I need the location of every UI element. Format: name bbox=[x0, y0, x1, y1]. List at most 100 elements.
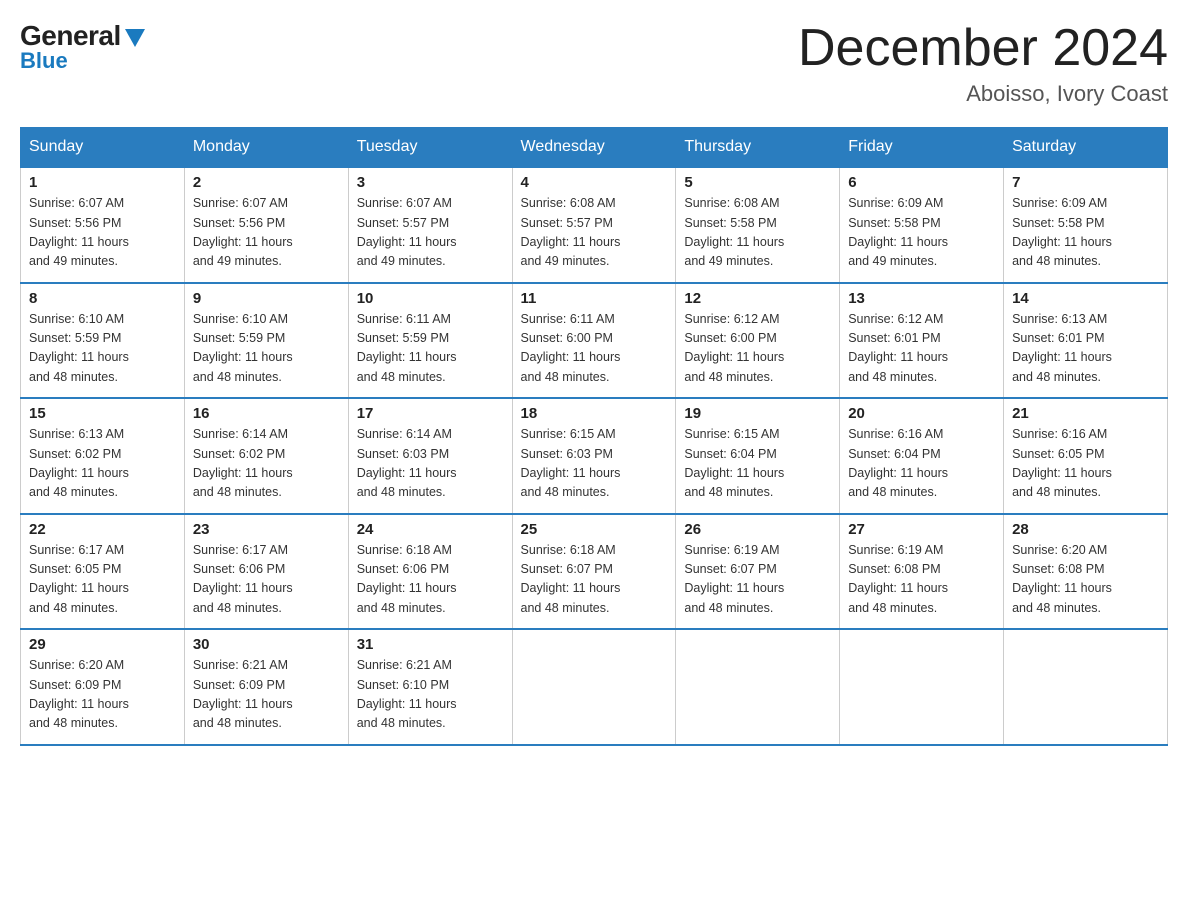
day-info: Sunrise: 6:19 AMSunset: 6:08 PMDaylight:… bbox=[848, 541, 995, 619]
weekday-header-sunday: Sunday bbox=[21, 128, 185, 168]
day-info: Sunrise: 6:14 AMSunset: 6:02 PMDaylight:… bbox=[193, 425, 340, 503]
logo-arrow-icon bbox=[125, 29, 145, 47]
day-number: 2 bbox=[193, 174, 340, 191]
day-number: 12 bbox=[684, 290, 831, 307]
calendar-cell: 4 Sunrise: 6:08 AMSunset: 5:57 PMDaylight… bbox=[512, 167, 676, 283]
day-number: 24 bbox=[357, 521, 504, 538]
calendar-cell: 22Sunrise: 6:17 AMSunset: 6:05 PMDayligh… bbox=[21, 514, 185, 630]
day-number: 6 bbox=[848, 174, 995, 191]
day-number: 9 bbox=[193, 290, 340, 307]
day-number: 30 bbox=[193, 636, 340, 653]
day-info: Sunrise: 6:08 AMSunset: 5:57 PMDaylight:… bbox=[521, 194, 668, 272]
logo-blue-text: Blue bbox=[20, 48, 68, 74]
calendar-table: SundayMondayTuesdayWednesdayThursdayFrid… bbox=[20, 127, 1168, 746]
calendar-cell: 27 Sunrise: 6:19 AMSunset: 6:08 PMDayligh… bbox=[840, 514, 1004, 630]
weekday-header-saturday: Saturday bbox=[1004, 128, 1168, 168]
calendar-header-row: SundayMondayTuesdayWednesdayThursdayFrid… bbox=[21, 128, 1168, 168]
day-number: 7 bbox=[1012, 174, 1159, 191]
calendar-cell: 15 Sunrise: 6:13 AMSunset: 6:02 PMDayligh… bbox=[21, 398, 185, 514]
calendar-cell: 29 Sunrise: 6:20 AMSunset: 6:09 PMDayligh… bbox=[21, 629, 185, 745]
calendar-cell: 31Sunrise: 6:21 AMSunset: 6:10 PMDayligh… bbox=[348, 629, 512, 745]
day-info: Sunrise: 6:18 AMSunset: 6:06 PMDaylight:… bbox=[357, 541, 504, 619]
day-info: Sunrise: 6:07 AMSunset: 5:56 PMDaylight:… bbox=[193, 194, 340, 272]
calendar-cell: 10Sunrise: 6:11 AMSunset: 5:59 PMDayligh… bbox=[348, 283, 512, 399]
day-number: 22 bbox=[29, 521, 176, 538]
title-section: December 2024 Aboisso, Ivory Coast bbox=[798, 20, 1168, 107]
weekday-header-tuesday: Tuesday bbox=[348, 128, 512, 168]
weekday-header-friday: Friday bbox=[840, 128, 1004, 168]
location: Aboisso, Ivory Coast bbox=[798, 81, 1168, 107]
day-info: Sunrise: 6:15 AMSunset: 6:04 PMDaylight:… bbox=[684, 425, 831, 503]
weekday-header-wednesday: Wednesday bbox=[512, 128, 676, 168]
calendar-cell: 3 Sunrise: 6:07 AMSunset: 5:57 PMDaylight… bbox=[348, 167, 512, 283]
day-number: 14 bbox=[1012, 290, 1159, 307]
day-info: Sunrise: 6:07 AMSunset: 5:57 PMDaylight:… bbox=[357, 194, 504, 272]
day-info: Sunrise: 6:20 AMSunset: 6:09 PMDaylight:… bbox=[29, 656, 176, 734]
day-info: Sunrise: 6:12 AMSunset: 6:00 PMDaylight:… bbox=[684, 310, 831, 388]
calendar-cell bbox=[512, 629, 676, 745]
day-number: 13 bbox=[848, 290, 995, 307]
calendar-cell: 23 Sunrise: 6:17 AMSunset: 6:06 PMDayligh… bbox=[184, 514, 348, 630]
calendar-cell: 19 Sunrise: 6:15 AMSunset: 6:04 PMDayligh… bbox=[676, 398, 840, 514]
day-number: 5 bbox=[684, 174, 831, 191]
calendar-cell: 25 Sunrise: 6:18 AMSunset: 6:07 PMDayligh… bbox=[512, 514, 676, 630]
day-number: 20 bbox=[848, 405, 995, 422]
logo: General Blue bbox=[20, 20, 145, 74]
calendar-week-row: 29 Sunrise: 6:20 AMSunset: 6:09 PMDayligh… bbox=[21, 629, 1168, 745]
calendar-cell: 21 Sunrise: 6:16 AMSunset: 6:05 PMDayligh… bbox=[1004, 398, 1168, 514]
day-number: 3 bbox=[357, 174, 504, 191]
day-number: 26 bbox=[684, 521, 831, 538]
calendar-cell: 11Sunrise: 6:11 AMSunset: 6:00 PMDayligh… bbox=[512, 283, 676, 399]
day-number: 15 bbox=[29, 405, 176, 422]
day-number: 18 bbox=[521, 405, 668, 422]
day-number: 21 bbox=[1012, 405, 1159, 422]
calendar-cell: 13 Sunrise: 6:12 AMSunset: 6:01 PMDayligh… bbox=[840, 283, 1004, 399]
day-number: 4 bbox=[521, 174, 668, 191]
calendar-cell: 14 Sunrise: 6:13 AMSunset: 6:01 PMDayligh… bbox=[1004, 283, 1168, 399]
day-number: 31 bbox=[357, 636, 504, 653]
day-info: Sunrise: 6:16 AMSunset: 6:05 PMDaylight:… bbox=[1012, 425, 1159, 503]
day-info: Sunrise: 6:17 AMSunset: 6:06 PMDaylight:… bbox=[193, 541, 340, 619]
day-number: 16 bbox=[193, 405, 340, 422]
day-number: 19 bbox=[684, 405, 831, 422]
day-info: Sunrise: 6:07 AMSunset: 5:56 PMDaylight:… bbox=[29, 194, 176, 272]
day-info: Sunrise: 6:20 AMSunset: 6:08 PMDaylight:… bbox=[1012, 541, 1159, 619]
calendar-cell bbox=[676, 629, 840, 745]
calendar-cell: 30Sunrise: 6:21 AMSunset: 6:09 PMDayligh… bbox=[184, 629, 348, 745]
day-number: 23 bbox=[193, 521, 340, 538]
day-info: Sunrise: 6:09 AMSunset: 5:58 PMDaylight:… bbox=[1012, 194, 1159, 272]
day-info: Sunrise: 6:13 AMSunset: 6:01 PMDaylight:… bbox=[1012, 310, 1159, 388]
calendar-week-row: 8 Sunrise: 6:10 AMSunset: 5:59 PMDaylight… bbox=[21, 283, 1168, 399]
calendar-cell: 6 Sunrise: 6:09 AMSunset: 5:58 PMDaylight… bbox=[840, 167, 1004, 283]
day-number: 27 bbox=[848, 521, 995, 538]
day-info: Sunrise: 6:19 AMSunset: 6:07 PMDaylight:… bbox=[684, 541, 831, 619]
calendar-cell: 2 Sunrise: 6:07 AMSunset: 5:56 PMDaylight… bbox=[184, 167, 348, 283]
day-number: 29 bbox=[29, 636, 176, 653]
calendar-cell: 24 Sunrise: 6:18 AMSunset: 6:06 PMDayligh… bbox=[348, 514, 512, 630]
calendar-week-row: 22Sunrise: 6:17 AMSunset: 6:05 PMDayligh… bbox=[21, 514, 1168, 630]
day-info: Sunrise: 6:10 AMSunset: 5:59 PMDaylight:… bbox=[29, 310, 176, 388]
day-info: Sunrise: 6:15 AMSunset: 6:03 PMDaylight:… bbox=[521, 425, 668, 503]
day-info: Sunrise: 6:16 AMSunset: 6:04 PMDaylight:… bbox=[848, 425, 995, 503]
day-info: Sunrise: 6:14 AMSunset: 6:03 PMDaylight:… bbox=[357, 425, 504, 503]
day-info: Sunrise: 6:09 AMSunset: 5:58 PMDaylight:… bbox=[848, 194, 995, 272]
day-info: Sunrise: 6:18 AMSunset: 6:07 PMDaylight:… bbox=[521, 541, 668, 619]
day-number: 25 bbox=[521, 521, 668, 538]
day-number: 11 bbox=[521, 290, 668, 307]
day-number: 17 bbox=[357, 405, 504, 422]
calendar-cell bbox=[1004, 629, 1168, 745]
calendar-cell: 20 Sunrise: 6:16 AMSunset: 6:04 PMDayligh… bbox=[840, 398, 1004, 514]
day-info: Sunrise: 6:12 AMSunset: 6:01 PMDaylight:… bbox=[848, 310, 995, 388]
day-info: Sunrise: 6:13 AMSunset: 6:02 PMDaylight:… bbox=[29, 425, 176, 503]
calendar-cell bbox=[840, 629, 1004, 745]
calendar-week-row: 15 Sunrise: 6:13 AMSunset: 6:02 PMDayligh… bbox=[21, 398, 1168, 514]
day-number: 1 bbox=[29, 174, 176, 191]
calendar-cell: 28Sunrise: 6:20 AMSunset: 6:08 PMDayligh… bbox=[1004, 514, 1168, 630]
calendar-cell: 16 Sunrise: 6:14 AMSunset: 6:02 PMDayligh… bbox=[184, 398, 348, 514]
page-header: General Blue December 2024 Aboisso, Ivor… bbox=[20, 20, 1168, 107]
calendar-cell: 8 Sunrise: 6:10 AMSunset: 5:59 PMDaylight… bbox=[21, 283, 185, 399]
calendar-cell: 18 Sunrise: 6:15 AMSunset: 6:03 PMDayligh… bbox=[512, 398, 676, 514]
day-number: 8 bbox=[29, 290, 176, 307]
day-number: 10 bbox=[357, 290, 504, 307]
calendar-week-row: 1 Sunrise: 6:07 AMSunset: 5:56 PMDaylight… bbox=[21, 167, 1168, 283]
